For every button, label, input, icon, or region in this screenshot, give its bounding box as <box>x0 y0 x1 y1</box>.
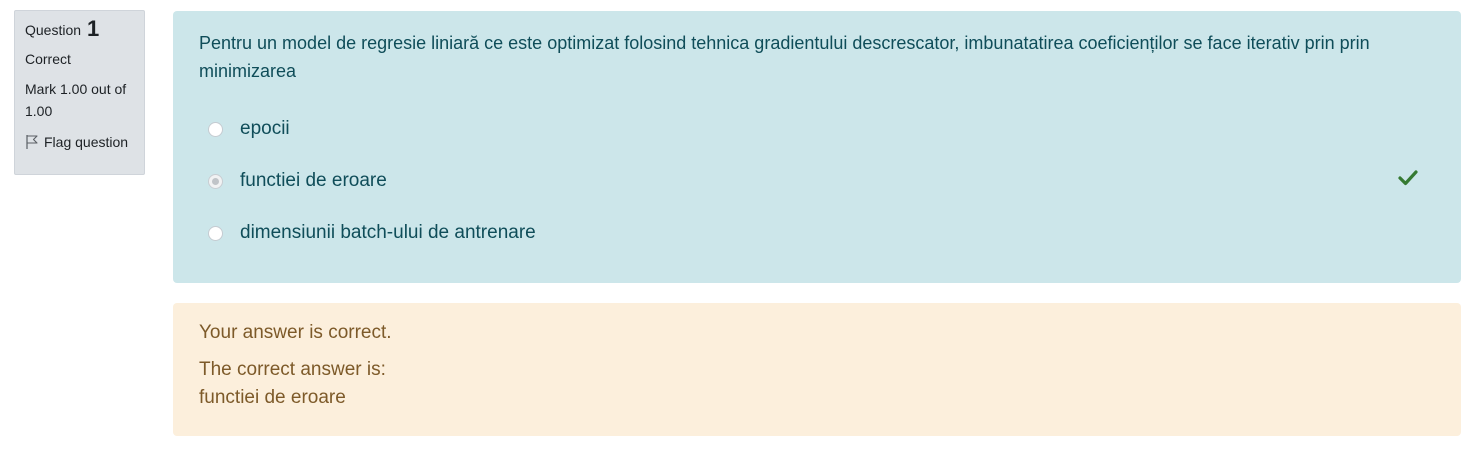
flag-question-link[interactable]: Flag question <box>25 132 134 152</box>
question-label: Question <box>25 22 82 38</box>
correct-answer-intro: The correct answer is: <box>199 359 386 380</box>
question-grade: Mark 1.00 out of 1.00 <box>25 81 127 119</box>
answer-label: epocii <box>240 118 290 139</box>
answer-radio[interactable] <box>208 225 223 241</box>
correct-answer-text: functiei de eroare <box>199 387 346 408</box>
answer-option[interactable]: epocii <box>199 103 1435 155</box>
check-icon <box>1397 168 1419 188</box>
question-state: Correct <box>25 51 71 67</box>
question-info-panel: Question 1 Correct Mark 1.00 out of 1.00… <box>14 10 145 175</box>
answer-label: functiei de eroare <box>240 170 387 191</box>
question-content: Pentru un model de regresie liniară ce e… <box>173 11 1461 283</box>
question-heading: Question 1 <box>25 15 134 43</box>
flag-question-label: Flag question <box>44 134 129 150</box>
answer-option[interactable]: functiei de eroare <box>199 155 1435 207</box>
feedback-result: Your answer is correct. <box>199 322 392 343</box>
answer-list: epocii functiei de eroare dimensiunii ba… <box>199 103 1435 259</box>
question-number: 1 <box>86 16 100 41</box>
answer-option[interactable]: dimensiunii batch-ului de antrenare <box>199 207 1435 259</box>
answer-radio-selected[interactable] <box>208 173 223 189</box>
feedback-panel: Your answer is correct. The correct answ… <box>173 303 1461 436</box>
flag-icon <box>25 134 39 150</box>
question-text: Pentru un model de regresie liniară ce e… <box>199 33 1370 81</box>
answer-radio[interactable] <box>208 121 223 137</box>
answer-label: dimensiunii batch-ului de antrenare <box>240 222 536 243</box>
